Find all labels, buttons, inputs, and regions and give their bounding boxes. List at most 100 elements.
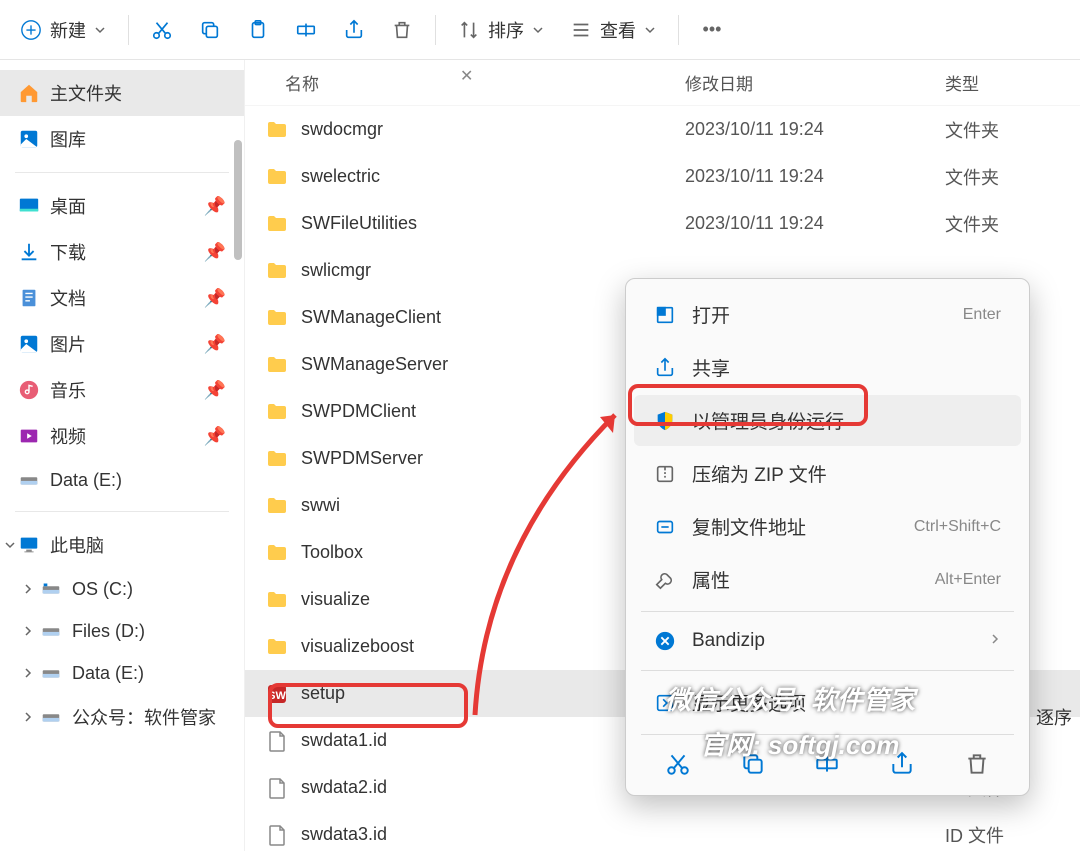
col-type[interactable]: 类型 [945,70,1080,95]
pin-icon: 📌 [204,196,226,217]
chevron-right-icon [22,621,34,642]
delete-button[interactable] [964,751,990,777]
home-icon [18,82,40,104]
file-name-text: SWManageServer [301,354,448,375]
rename-button[interactable] [814,751,840,777]
doc-icon [265,729,289,753]
sidebar-wechat-label: 公众号：软件管家 [72,704,216,730]
sidebar-home[interactable]: 主文件夹 [0,70,244,116]
doc-icon [265,776,289,800]
wrench-icon [654,569,676,591]
sidebar-downloads[interactable]: 下载 📌 [0,229,244,275]
sidebar-files-d[interactable]: Files (D:) [0,610,244,652]
sidebar-videos[interactable]: 视频 📌 [0,413,244,459]
open-icon [654,304,676,326]
sidebar-gallery[interactable]: 图库 [0,116,244,162]
new-button[interactable]: 新建 [10,9,116,51]
file-name-text: SWFileUtilities [301,213,417,234]
cut-button[interactable] [141,11,183,49]
file-date: 2023/10/11 19:24 [685,213,945,234]
drive-icon [18,469,40,491]
col-date[interactable]: 修改日期 [685,70,945,95]
rename-button[interactable] [285,11,327,49]
sidebar-desktop[interactable]: 桌面 📌 [0,183,244,229]
file-type: ID 文件 [945,822,1080,848]
file-name-text: setup [301,683,345,704]
view-button[interactable]: 查看 [560,9,666,51]
share-icon [343,19,365,41]
ctx-show-more[interactable]: 显示更多选项 [634,677,1021,728]
sidebar-documents[interactable]: 文档 📌 [0,275,244,321]
ctx-properties-key: Alt+Enter [935,571,1001,589]
sidebar-downloads-label: 下载 [50,239,86,265]
ctx-toolbar [626,741,1029,787]
sidebar-data-e2[interactable]: Data (E:) [0,652,244,694]
file-row[interactable]: SWFileUtilities 2023/10/11 19:24文件夹 [245,200,1080,247]
ctx-bandizip[interactable]: Bandizip [634,618,1021,664]
file-type: 文件夹 [945,211,1080,237]
share-icon [654,357,676,379]
separator [15,511,229,512]
ctx-run-admin[interactable]: 以管理员身份运行 [634,395,1021,446]
zip-icon [654,463,676,485]
copy-button[interactable] [740,751,766,777]
close-icon[interactable]: ✕ [460,66,473,86]
file-name-text: visualizeboost [301,636,414,657]
sidebar-gallery-label: 图库 [50,126,86,152]
sidebar-data-e2-label: Data (E:) [72,663,144,684]
gallery-icon [18,128,40,150]
folder-icon [265,400,289,424]
sidebar-wechat[interactable]: 公众号：软件管家 [0,694,244,740]
trash-icon [391,19,413,41]
pictures-icon [18,333,40,355]
folder-icon [265,165,289,189]
ctx-copy-path[interactable]: 复制文件地址 Ctrl+Shift+C [634,501,1021,552]
column-header: 名称 修改日期 类型 [245,60,1080,106]
share-button[interactable] [889,751,915,777]
copy-button[interactable] [189,11,231,49]
sidebar-home-label: 主文件夹 [50,80,122,106]
sidebar-pictures[interactable]: 图片 📌 [0,321,244,367]
file-row[interactable]: swelectric2023/10/11 19:24文件夹 [245,153,1080,200]
folder-icon [265,541,289,565]
ctx-zip[interactable]: 压缩为 ZIP 文件 [634,448,1021,499]
chevron-right-icon [989,632,1001,650]
sidebar-desktop-label: 桌面 [50,193,86,219]
file-row[interactable]: swdocmgr2023/10/11 19:24文件夹 [245,106,1080,153]
folder-icon [265,259,289,283]
sidebar-os-c[interactable]: OS (C:) [0,568,244,610]
cut-button[interactable] [665,751,691,777]
ctx-properties-label: 属性 [692,566,730,593]
file-name-text: SWManageClient [301,307,441,328]
file-type: 文件夹 [945,164,1080,190]
context-menu: 打开 Enter 共享 以管理员身份运行 压缩为 ZIP 文件 复制文件地址 C… [625,278,1030,796]
ctx-properties[interactable]: 属性 Alt+Enter [634,554,1021,605]
desktop-icon [18,195,40,217]
sort-button[interactable]: 排序 [448,9,554,51]
file-date: 2023/10/11 19:24 [685,119,945,140]
drive-icon [40,662,62,684]
file-name-text: swelectric [301,166,380,187]
sidebar-data-e[interactable]: Data (E:) [0,459,244,501]
file-name-text: swdata1.id [301,730,387,751]
ctx-open[interactable]: 打开 Enter [634,289,1021,340]
chevron-down-icon [644,24,656,36]
sort-icon [458,19,480,41]
file-name-text: swdata3.id [301,824,387,845]
paste-button[interactable] [237,11,279,49]
shield-icon [654,410,676,432]
separator [435,15,436,45]
delete-button[interactable] [381,11,423,49]
sidebar-this-pc-label: 此电脑 [50,532,104,558]
sidebar-music[interactable]: 音乐 📌 [0,367,244,413]
svg-text:SW: SW [268,690,286,702]
more-button[interactable]: ••• [691,11,733,49]
file-name-text: Toolbox [301,542,363,563]
sidebar-this-pc[interactable]: 此电脑 [0,522,244,568]
ctx-bandizip-label: Bandizip [692,630,765,652]
videos-icon [18,425,40,447]
ctx-share[interactable]: 共享 [634,342,1021,393]
pin-icon: 📌 [204,380,226,401]
ellipsis-icon: ••• [701,19,723,41]
share-button[interactable] [333,11,375,49]
